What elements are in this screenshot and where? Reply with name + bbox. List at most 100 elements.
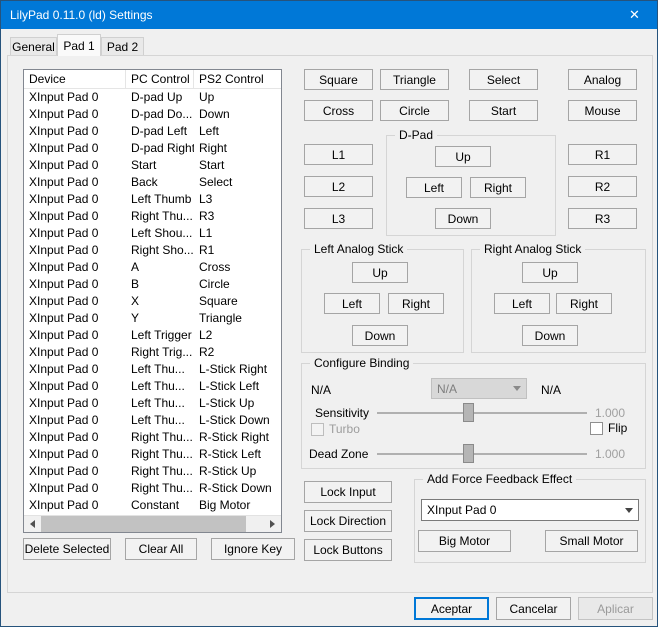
- horizontal-scrollbar[interactable]: [24, 515, 281, 532]
- dpad-up-button[interactable]: Up: [435, 146, 491, 167]
- dpad-down-button[interactable]: Down: [435, 208, 491, 229]
- table-row[interactable]: XInput Pad 0 Right Thu... R-Stick Left: [24, 446, 281, 463]
- scrollbar-thumb[interactable]: [41, 515, 247, 532]
- table-row[interactable]: XInput Pad 0 Left Thu... L-Stick Left: [24, 378, 281, 395]
- table-row[interactable]: XInput Pad 0 X Square: [24, 293, 281, 310]
- cell-ps2-control: R-Stick Right: [199, 430, 270, 444]
- tab-general[interactable]: General: [10, 37, 57, 56]
- table-row[interactable]: XInput Pad 0 Right Thu... R-Stick Up: [24, 463, 281, 480]
- mouse-button[interactable]: Mouse: [568, 100, 637, 121]
- lock-direction-button[interactable]: Lock Direction: [304, 510, 392, 532]
- clear-all-button[interactable]: Clear All: [125, 538, 197, 560]
- cell-device: XInput Pad 0: [29, 481, 99, 495]
- circle-button[interactable]: Circle: [380, 100, 449, 121]
- table-row[interactable]: XInput Pad 0 Y Triangle: [24, 310, 281, 327]
- sensitivity-slider-thumb[interactable]: [463, 403, 474, 422]
- cell-pc-control: Right Thu...: [131, 481, 193, 495]
- table-row[interactable]: XInput Pad 0 Left Shou... L1: [24, 225, 281, 242]
- table-row[interactable]: XInput Pad 0 D-pad Right Right: [24, 140, 281, 157]
- sensitivity-label: Sensitivity: [315, 406, 370, 420]
- deadzone-label: Dead Zone: [309, 447, 369, 461]
- table-row[interactable]: XInput Pad 0 Right Thu... R-Stick Down: [24, 480, 281, 497]
- table-row[interactable]: XInput Pad 0 Constant Big Motor: [24, 497, 281, 514]
- close-button[interactable]: ✕: [612, 1, 657, 29]
- tab-pad1[interactable]: Pad 1: [57, 34, 101, 56]
- l2-button[interactable]: L2: [304, 176, 373, 197]
- table-row[interactable]: XInput Pad 0 Left Thu... L-Stick Up: [24, 395, 281, 412]
- right-stick-right-button[interactable]: Right: [556, 293, 612, 314]
- sensitivity-slider[interactable]: [377, 403, 587, 423]
- delete-selected-button[interactable]: Delete Selected: [23, 538, 111, 560]
- r2-button[interactable]: R2: [568, 176, 637, 197]
- right-stick-down-button[interactable]: Down: [522, 325, 578, 346]
- sensitivity-slider-track[interactable]: [377, 412, 587, 414]
- r3-button[interactable]: R3: [568, 208, 637, 229]
- scrollbar-track[interactable]: [41, 515, 264, 532]
- column-header-pc-control[interactable]: PC Control: [126, 70, 194, 88]
- table-row[interactable]: XInput Pad 0 Left Trigger L2: [24, 327, 281, 344]
- cell-ps2-control: R-Stick Up: [199, 464, 257, 478]
- deadzone-slider[interactable]: [377, 444, 587, 464]
- scroll-right-button[interactable]: [264, 516, 281, 533]
- bindings-list[interactable]: Device PC Control PS2 Control XInput Pad…: [23, 69, 282, 533]
- binding-combobox: N/A: [431, 378, 527, 399]
- left-stick-left-button[interactable]: Left: [324, 293, 380, 314]
- l3-button[interactable]: L3: [304, 208, 373, 229]
- scroll-left-button[interactable]: [24, 516, 41, 533]
- table-row[interactable]: XInput Pad 0 Back Select: [24, 174, 281, 191]
- cell-device: XInput Pad 0: [29, 209, 99, 223]
- cross-button[interactable]: Cross: [304, 100, 373, 121]
- cancel-button[interactable]: Cancelar: [496, 597, 571, 620]
- deadzone-slider-track[interactable]: [377, 453, 587, 455]
- dpad-right-button[interactable]: Right: [470, 177, 526, 198]
- l1-button[interactable]: L1: [304, 144, 373, 165]
- cell-pc-control: Right Sho...: [131, 243, 194, 257]
- table-row[interactable]: XInput Pad 0 D-pad Do... Down: [24, 106, 281, 123]
- flip-checkbox-box[interactable]: [590, 421, 603, 435]
- tab-pad2[interactable]: Pad 2: [101, 37, 144, 56]
- small-motor-button[interactable]: Small Motor: [545, 530, 638, 552]
- binding-device-label: N/A: [311, 383, 332, 397]
- lock-buttons-button[interactable]: Lock Buttons: [304, 539, 392, 561]
- table-row[interactable]: XInput Pad 0 D-pad Up Up: [24, 89, 281, 106]
- titlebar[interactable]: LilyPad 0.11.0 (ld) Settings ✕: [1, 1, 657, 29]
- r1-button[interactable]: R1: [568, 144, 637, 165]
- left-stick-up-button[interactable]: Up: [352, 262, 408, 283]
- table-row[interactable]: XInput Pad 0 Left Thu... L-Stick Down: [24, 412, 281, 429]
- table-row[interactable]: XInput Pad 0 Left Thumb L3: [24, 191, 281, 208]
- dpad-left-button[interactable]: Left: [406, 177, 462, 198]
- table-row[interactable]: XInput Pad 0 Right Thu... R-Stick Right: [24, 429, 281, 446]
- deadzone-slider-thumb[interactable]: [463, 444, 474, 463]
- lock-input-button[interactable]: Lock Input: [304, 481, 392, 503]
- table-row[interactable]: XInput Pad 0 D-pad Left Left: [24, 123, 281, 140]
- select-button[interactable]: Select: [469, 69, 538, 90]
- turbo-checkbox-label: Turbo: [329, 422, 360, 436]
- cell-device: XInput Pad 0: [29, 464, 99, 478]
- table-row[interactable]: XInput Pad 0 A Cross: [24, 259, 281, 276]
- table-row[interactable]: XInput Pad 0 Right Trig... R2: [24, 344, 281, 361]
- ignore-key-button[interactable]: Ignore Key: [211, 538, 295, 560]
- right-stick-up-button[interactable]: Up: [522, 262, 578, 283]
- triangle-button[interactable]: Triangle: [380, 69, 449, 90]
- table-row[interactable]: XInput Pad 0 Left Thu... L-Stick Right: [24, 361, 281, 378]
- right-stick-left-button[interactable]: Left: [494, 293, 550, 314]
- scroll-right-icon: [270, 520, 275, 528]
- big-motor-button[interactable]: Big Motor: [418, 530, 511, 552]
- force-feedback-device-combobox[interactable]: XInput Pad 0: [421, 499, 639, 521]
- square-button[interactable]: Square: [304, 69, 373, 90]
- accept-button[interactable]: Aceptar: [414, 597, 489, 620]
- column-header-ps2-control[interactable]: PS2 Control: [194, 70, 281, 88]
- column-header-device[interactable]: Device: [24, 70, 126, 88]
- cell-ps2-control: R2: [199, 345, 215, 359]
- start-button[interactable]: Start: [469, 100, 538, 121]
- flip-checkbox[interactable]: Flip: [590, 421, 627, 435]
- table-row[interactable]: XInput Pad 0 Right Sho... R1: [24, 242, 281, 259]
- sensitivity-value: 1.000: [594, 406, 625, 420]
- table-row[interactable]: XInput Pad 0 Start Start: [24, 157, 281, 174]
- analog-button[interactable]: Analog: [568, 69, 637, 90]
- table-row[interactable]: XInput Pad 0 Right Thu... R3: [24, 208, 281, 225]
- left-stick-down-button[interactable]: Down: [352, 325, 408, 346]
- left-stick-right-button[interactable]: Right: [388, 293, 444, 314]
- cell-ps2-control: Big Motor: [199, 498, 251, 512]
- table-row[interactable]: XInput Pad 0 B Circle: [24, 276, 281, 293]
